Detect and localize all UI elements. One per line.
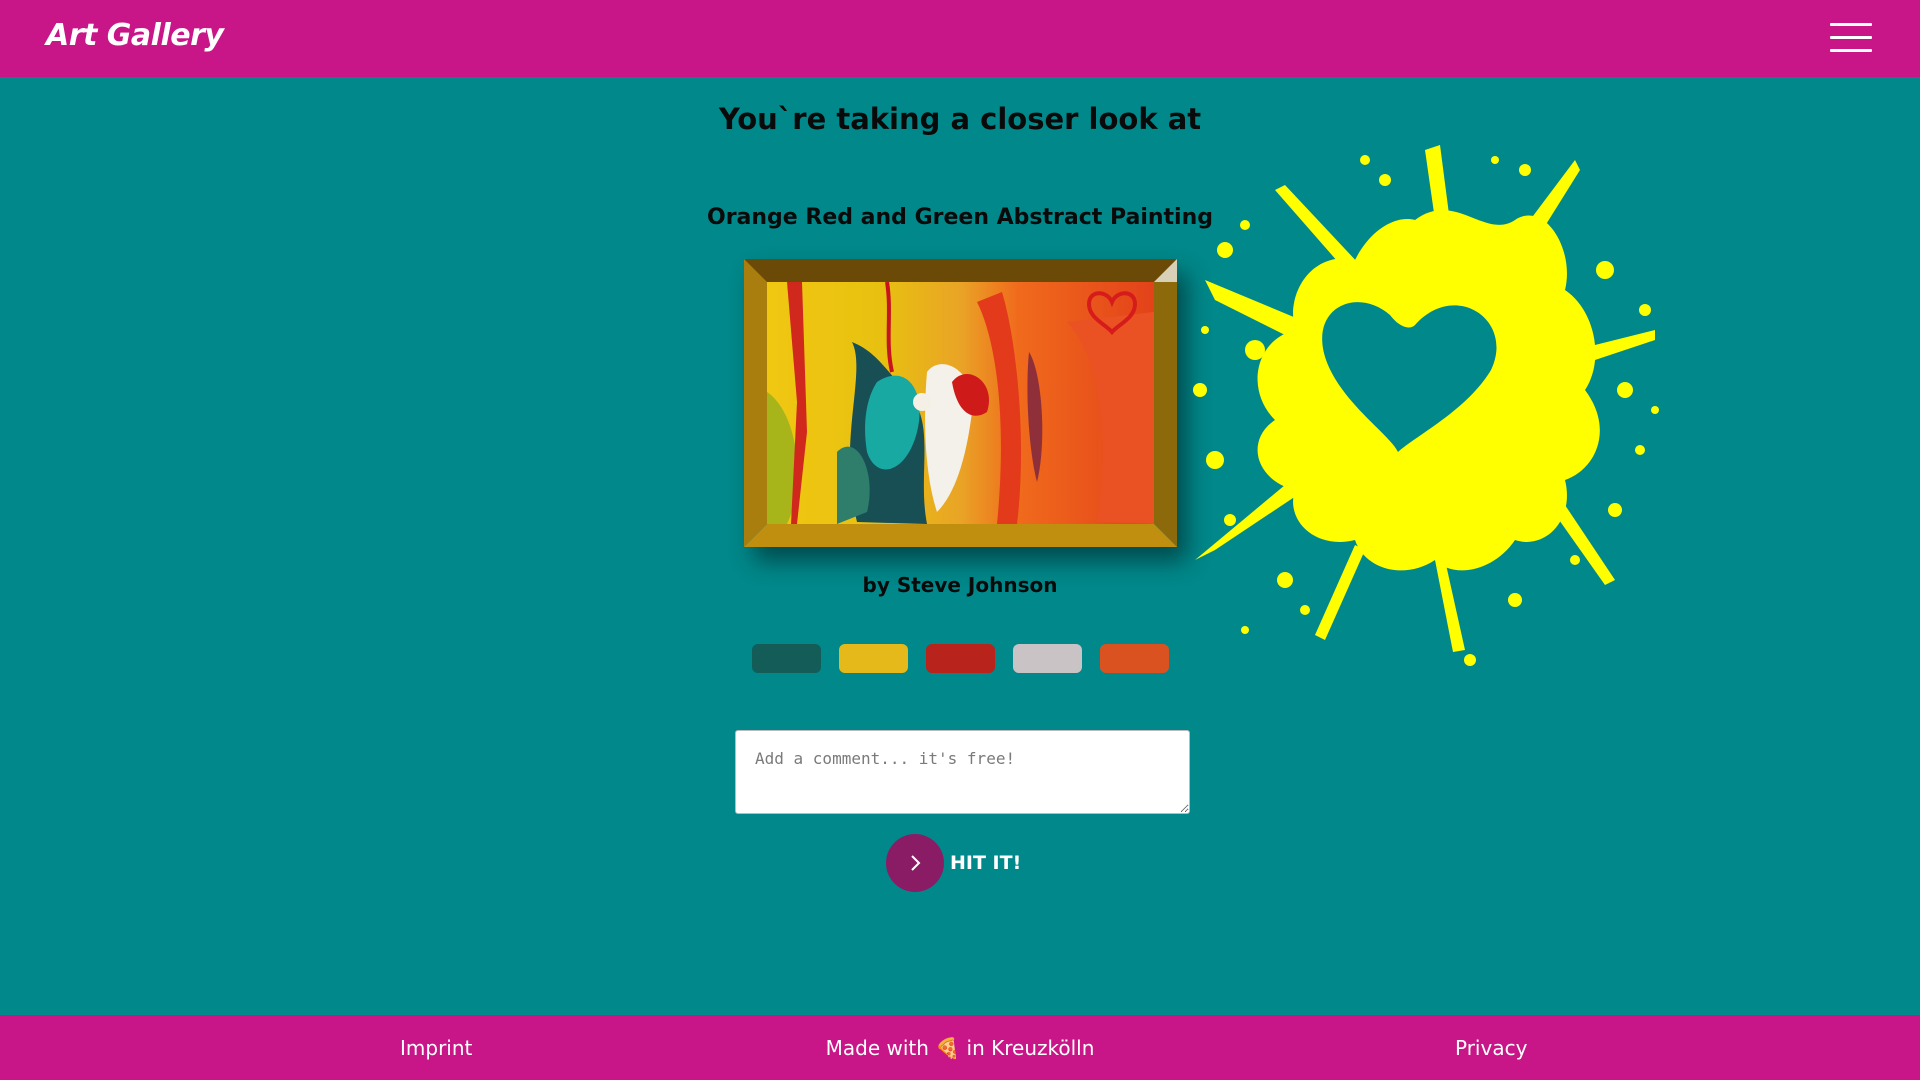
favorite-heart-splash — [1193, 145, 1659, 666]
made-with-text: Made with 🍕 in Kreuzkölln — [825, 1036, 1095, 1060]
menu-line — [1830, 23, 1872, 26]
chevron-right-icon — [911, 855, 921, 871]
swatch-orange[interactable] — [1100, 644, 1169, 673]
heart-splash-icon[interactable] — [1185, 130, 1665, 670]
footer: Imprint Made with 🍕 in Kreuzkölln Privac… — [0, 1015, 1920, 1080]
menu-line — [1830, 49, 1872, 52]
submit-circle[interactable] — [886, 834, 944, 892]
abstract-painting — [767, 282, 1154, 524]
submit-label[interactable]: HIT IT! — [950, 852, 1021, 874]
swatch-dark-teal[interactable] — [752, 644, 821, 673]
swatch-mustard[interactable] — [839, 644, 908, 673]
comment-input[interactable] — [735, 730, 1190, 814]
swatch-light-gray[interactable] — [1013, 644, 1082, 673]
artwork-frame — [744, 259, 1177, 547]
menu-line — [1830, 36, 1872, 39]
artwork-image[interactable] — [767, 282, 1154, 524]
privacy-link[interactable]: Privacy — [1455, 1036, 1527, 1060]
site-logo[interactable]: Art Gallery — [46, 18, 224, 53]
swatch-red[interactable] — [926, 644, 995, 673]
submit-comment-button[interactable]: HIT IT! — [886, 834, 1021, 892]
hamburger-menu-icon[interactable] — [1830, 23, 1872, 53]
top-navigation-bar: Art Gallery — [0, 0, 1920, 77]
